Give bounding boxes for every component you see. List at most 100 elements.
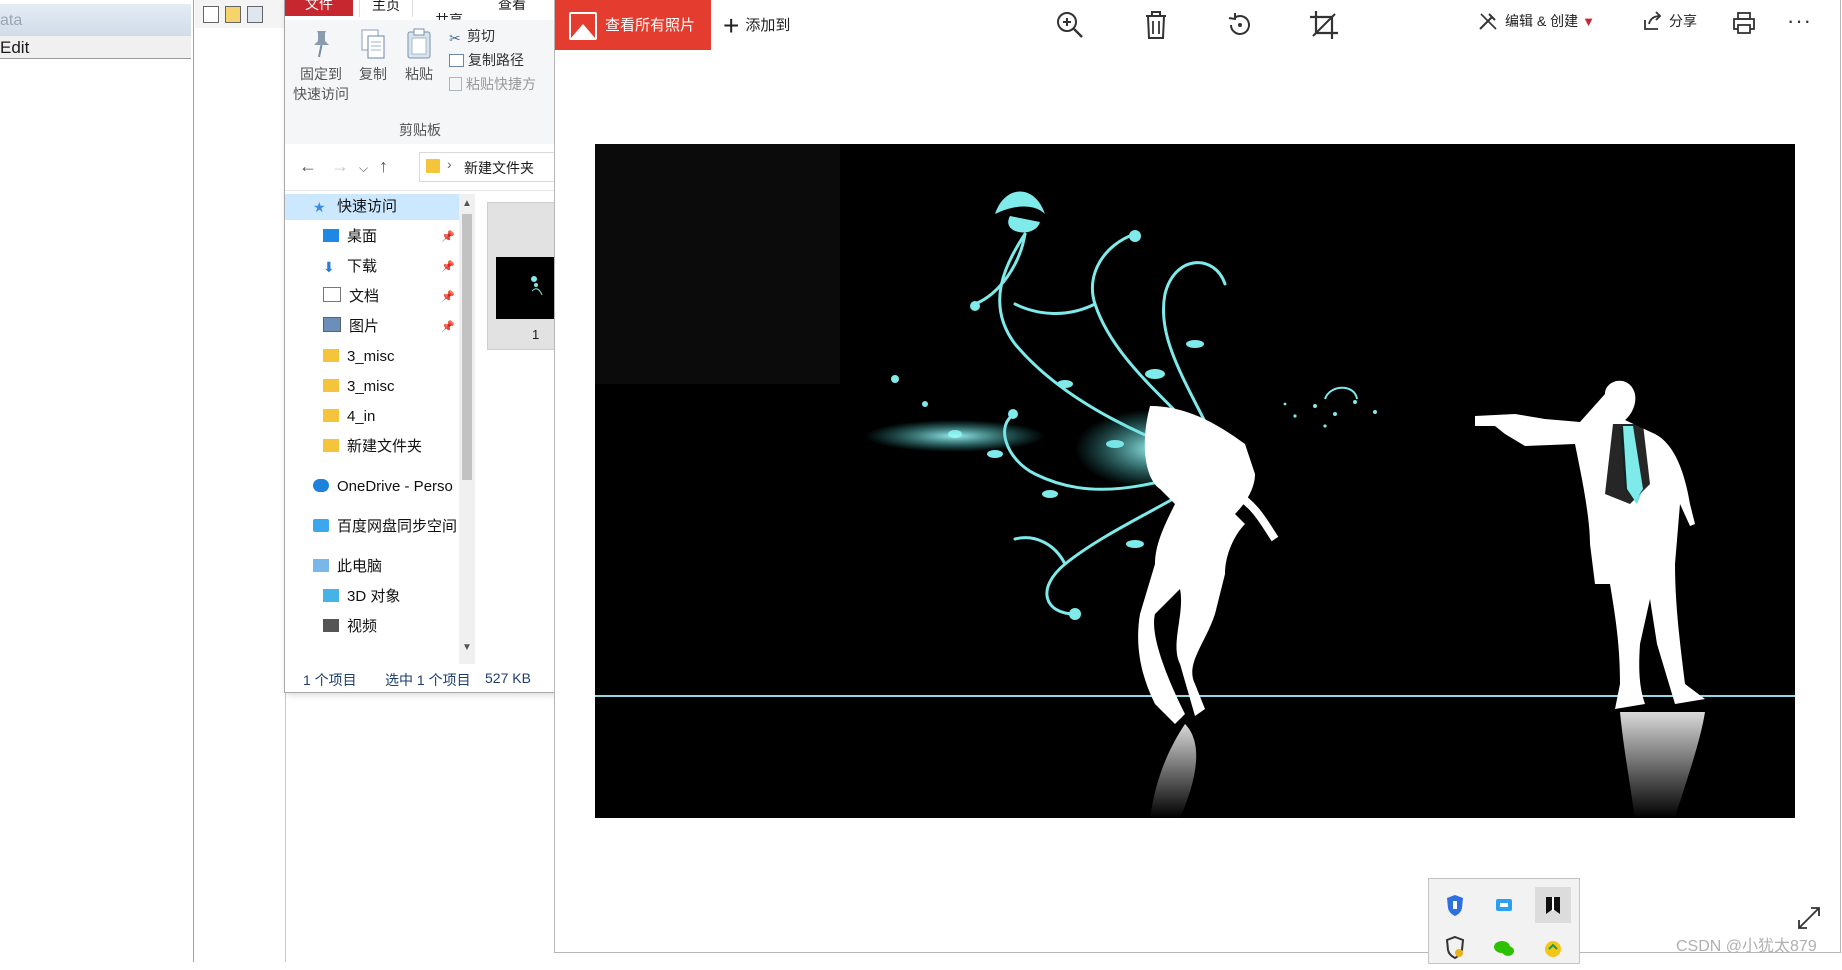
nav-item-9[interactable]: OneDrive - Perso	[303, 474, 459, 500]
up-arrow-icon[interactable]: ↑	[379, 156, 388, 177]
copy-button[interactable]: 复制	[355, 28, 391, 84]
nav-item-12[interactable]: 3D 对象	[313, 584, 459, 610]
nav-item-2[interactable]: ⬇ 下载	[313, 254, 459, 280]
delete-trash-icon[interactable]	[1139, 8, 1173, 42]
desktop-icon	[323, 229, 339, 242]
cut-button[interactable]: ✂ 剪切	[449, 26, 495, 46]
navigation-scrollbar[interactable]: ▲ ▼	[459, 194, 475, 664]
folder-icon	[323, 409, 339, 422]
tray-wechat-icon[interactable]	[1486, 929, 1522, 965]
paste-button[interactable]: 粘贴	[399, 28, 439, 84]
paste-shortcut-button[interactable]: 粘贴快捷方	[449, 74, 536, 94]
address-bar-row: ← → ⌵ ↑ › 新建文件夹	[285, 144, 561, 191]
save-icon[interactable]	[247, 6, 263, 23]
file-thumbnail-image	[496, 257, 554, 319]
zoom-in-icon[interactable]	[1053, 8, 1087, 42]
nav-item-8[interactable]: 新建文件夹	[313, 434, 459, 460]
photos-icon	[569, 12, 597, 40]
nav-item-5[interactable]: 3_misc	[313, 344, 459, 370]
nav-item-label: 桌面	[347, 228, 378, 245]
open-folder-icon[interactable]	[225, 6, 241, 23]
new-file-icon[interactable]	[203, 6, 219, 23]
nav-item-4[interactable]: 图片	[313, 314, 459, 340]
nav-item-7[interactable]: 4_in	[313, 404, 459, 430]
forward-arrow-icon[interactable]: →	[331, 156, 349, 177]
pinned-icon[interactable]: 📌	[441, 230, 455, 243]
photos-app-window: 查看所有照片 + 添加到 编辑 & 创建 ▼ 分享 ···	[554, 0, 1841, 953]
status-item-count: 1 个项目	[303, 672, 357, 688]
add-to-label: 添加到	[745, 17, 791, 34]
navigation-pane: ★ 快速访问 桌面 📌 ⬇ 下载 📌 文档 📌 图片 📌 3_misc 3_misc 4_in 新建文件夹 O…	[285, 194, 459, 664]
see-all-photos-button[interactable]: 查看所有照片	[555, 0, 711, 50]
tray-security-icon[interactable]	[1437, 929, 1473, 965]
nav-item-13[interactable]: 视频	[313, 614, 459, 640]
thumbnail-art	[531, 276, 543, 296]
crop-icon[interactable]	[1307, 8, 1341, 42]
video-icon	[323, 619, 339, 632]
nav-item-3[interactable]: 文档	[313, 284, 459, 310]
system-tray-overflow	[1428, 878, 1580, 964]
more-options-icon[interactable]: ···	[1787, 8, 1812, 34]
nav-item-label: 下载	[347, 258, 378, 275]
nav-item-0[interactable]: ★ 快速访问	[285, 194, 459, 220]
paste-icon	[407, 28, 431, 59]
pinned-icon[interactable]: 📌	[441, 320, 455, 333]
selected-file-tile[interactable]: 1	[487, 202, 555, 350]
picture-icon	[323, 317, 341, 332]
computer-icon	[313, 559, 329, 572]
menu-edit[interactable]: Edit	[0, 38, 29, 58]
edit-create-button[interactable]: 编辑 & 创建 ▼	[1477, 10, 1595, 32]
tray-shield-app-icon[interactable]	[1437, 887, 1473, 923]
paste-shortcut-label: 粘贴快捷方	[466, 76, 536, 92]
tray-cloud-app-icon[interactable]	[1486, 887, 1522, 923]
share-label: 分享	[1669, 13, 1697, 29]
address-field[interactable]: › 新建文件夹	[419, 152, 561, 182]
nav-item-label: 文档	[349, 288, 380, 305]
breadcrumb-current-folder[interactable]: 新建文件夹	[464, 158, 534, 178]
chevron-down-icon: ▼	[1582, 14, 1595, 29]
scroll-down-icon[interactable]: ▼	[462, 642, 472, 653]
rotate-icon[interactable]	[1223, 8, 1257, 42]
tab-home[interactable]: 主页	[359, 0, 413, 17]
scrollbar-thumb[interactable]	[462, 214, 472, 480]
print-icon[interactable]	[1731, 10, 1757, 36]
nav-item-label: 此电脑	[337, 558, 383, 575]
add-to-button[interactable]: + 添加到	[723, 10, 790, 42]
share-button[interactable]: 分享	[1641, 10, 1697, 32]
tray-yellow-app-icon[interactable]	[1535, 929, 1571, 965]
background-window-titlebar[interactable]: ata	[0, 4, 191, 39]
nav-item-11[interactable]: 此电脑	[303, 554, 459, 580]
file-explorer-window: 文件 主页 共享 查看 固定到 快速访问 复制	[284, 0, 561, 693]
status-bar: 1 个项目 选中 1 个项目 527 KB	[285, 664, 555, 692]
pin-to-quick-access-button[interactable]: 固定到 快速访问	[293, 28, 349, 104]
back-arrow-icon[interactable]: ←	[299, 156, 317, 177]
cube-icon	[323, 589, 339, 602]
copy-path-label: 复制路径	[468, 52, 524, 68]
background-window: ata Edit	[0, 0, 194, 962]
background-toolbar	[195, 0, 285, 29]
nav-item-label: 4_in	[347, 408, 376, 425]
baidu-sync-icon	[313, 519, 329, 532]
scroll-up-icon[interactable]: ▲	[462, 198, 472, 209]
nav-item-label: OneDrive - Perso	[337, 478, 453, 495]
copy-path-button[interactable]: 复制路径	[449, 50, 524, 70]
breadcrumb-separator-icon: ›	[447, 156, 452, 172]
nav-item-label: 3_misc	[347, 378, 395, 395]
star-icon: ★	[313, 199, 326, 215]
pinned-icon[interactable]: 📌	[441, 260, 455, 273]
tab-file[interactable]: 文件	[285, 0, 353, 16]
nav-item-6[interactable]: 3_misc	[313, 374, 459, 400]
photo-viewer-image[interactable]	[595, 144, 1795, 818]
folder-icon	[323, 439, 339, 452]
tab-view[interactable]: 查看	[487, 0, 537, 16]
pinned-icon[interactable]: 📌	[441, 290, 455, 303]
nav-item-1[interactable]: 桌面	[313, 224, 459, 250]
recent-locations-chevron-icon[interactable]: ⌵	[359, 161, 368, 176]
fullscreen-expand-icon[interactable]	[1795, 904, 1823, 932]
clipboard-group-caption: 剪贴板	[399, 122, 441, 138]
nav-item-10[interactable]: 百度网盘同步空间	[303, 514, 459, 540]
silhouette-artwork	[595, 144, 1795, 818]
tray-bookmark-app-icon[interactable]	[1535, 887, 1571, 923]
plus-icon: +	[723, 10, 740, 41]
cut-label: 剪切	[467, 28, 495, 44]
